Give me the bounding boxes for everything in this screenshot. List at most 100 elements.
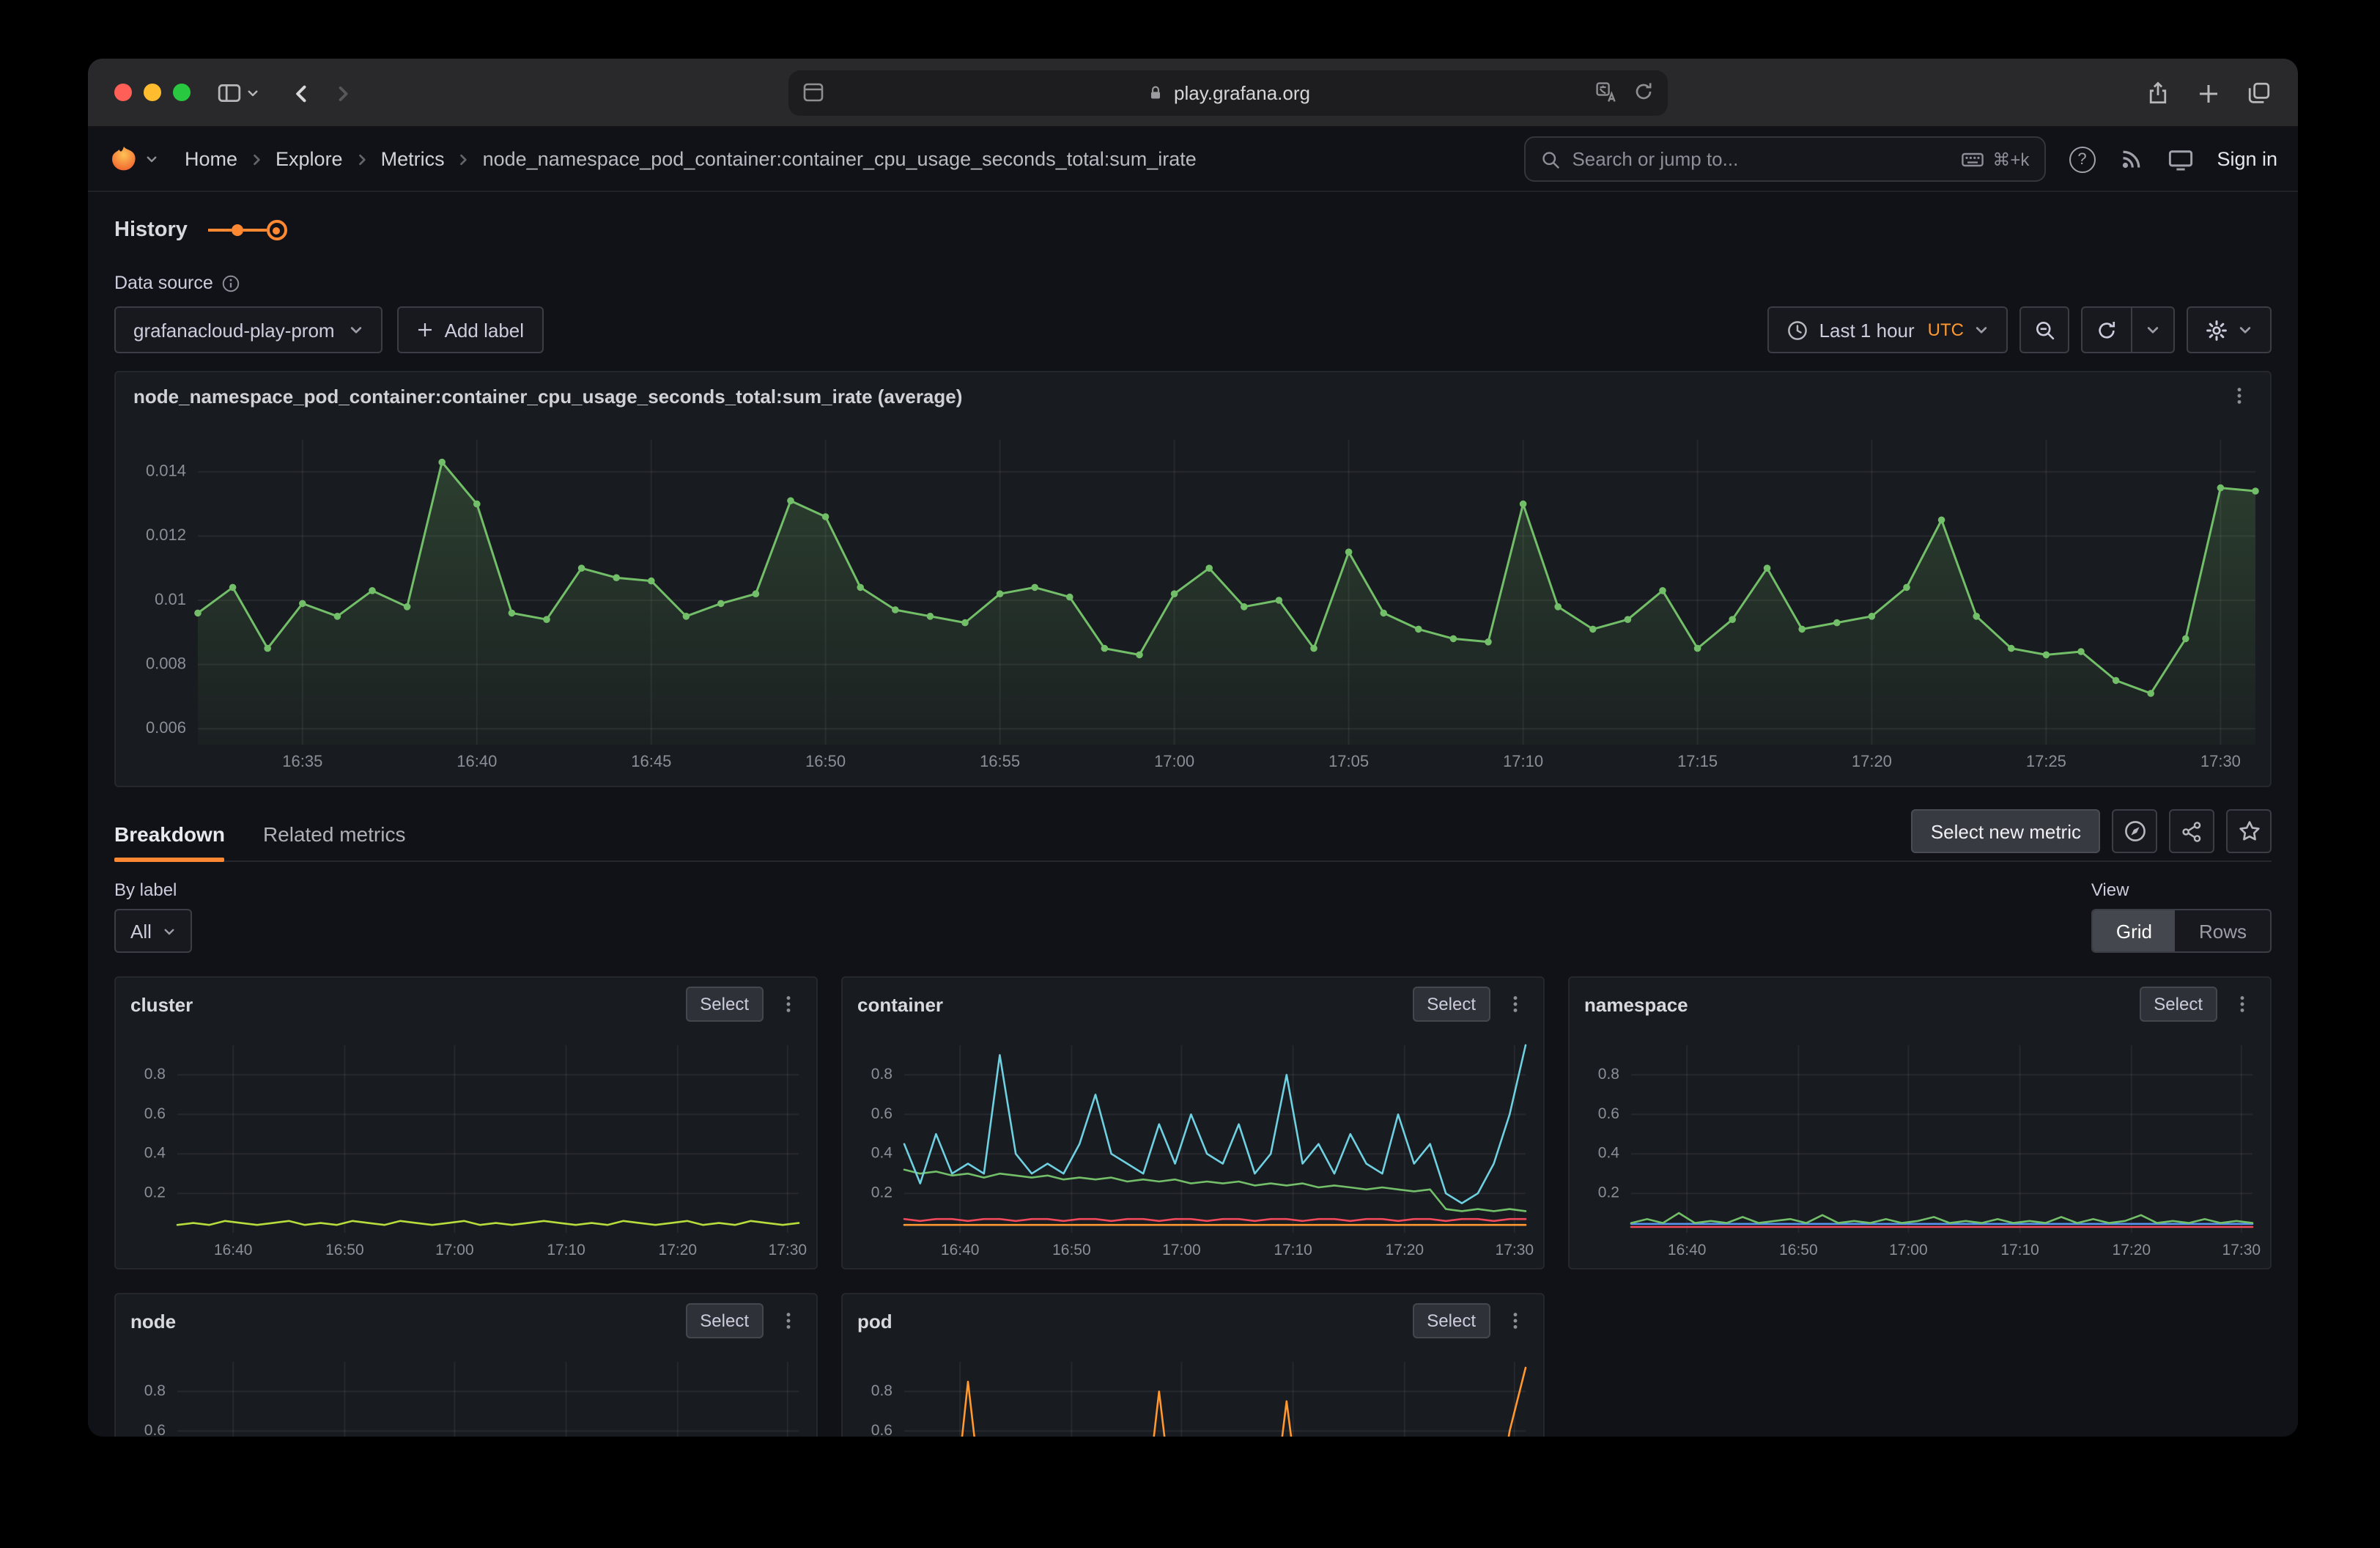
chevron-down-icon <box>2238 322 2252 337</box>
settings-button[interactable] <box>2187 306 2272 353</box>
cluster-chart[interactable]: 0.20.40.60.816:4016:5017:0017:1017:2017:… <box>116 1031 816 1262</box>
zoom-out-button[interactable] <box>2019 306 2069 353</box>
select-button[interactable]: Select <box>685 1303 764 1338</box>
url-text: play.grafana.org <box>1174 82 1310 104</box>
by-label-select[interactable]: All <box>114 909 193 953</box>
breakdown-grid: cluster Select 0.20.40.60.816:4016:5017:… <box>114 976 2272 1437</box>
minimize-window-button[interactable] <box>144 84 161 101</box>
chevron-down-icon <box>350 322 364 337</box>
svg-text:0.8: 0.8 <box>144 1382 166 1399</box>
select-new-metric-button[interactable]: Select new metric <box>1912 809 2100 853</box>
time-range-text: Last 1 hour <box>1819 319 1915 341</box>
svg-text:0.8: 0.8 <box>1598 1066 1619 1083</box>
node-chart[interactable]: 0.20.40.60.816:4016:5017:0017:1017:2017:… <box>116 1347 816 1437</box>
panel-menu-button[interactable] <box>2226 383 2252 409</box>
panel-title: pod <box>857 1310 892 1332</box>
by-label-value: All <box>130 920 152 942</box>
panel-menu-button[interactable] <box>775 991 802 1017</box>
view-rows-option[interactable]: Rows <box>2176 910 2270 951</box>
help-icon[interactable]: ? <box>2069 146 2095 172</box>
svg-text:16:50: 16:50 <box>805 752 846 770</box>
history-step-dot[interactable] <box>232 224 243 236</box>
breakdown-panel-container: container Select 0.20.40.60.816:4016:501… <box>841 976 1545 1269</box>
forward-button[interactable] <box>333 83 353 103</box>
svg-text:0.01: 0.01 <box>155 590 186 608</box>
chevron-down-icon <box>145 152 158 166</box>
breadcrumb-metrics[interactable]: Metrics <box>381 148 445 170</box>
panel-menu-button[interactable] <box>1502 991 1529 1017</box>
share-alt-icon <box>2181 820 2203 842</box>
panel-menu-button[interactable] <box>2229 991 2255 1017</box>
new-tab-icon[interactable] <box>2197 81 2220 105</box>
refresh-interval-button[interactable] <box>2131 308 2173 352</box>
refresh-button[interactable] <box>2082 308 2131 352</box>
svg-text:17:10: 17:10 <box>2000 1242 2039 1258</box>
search-shortcut: ⌘+k <box>1992 149 2029 169</box>
bookmark-button[interactable] <box>2226 809 2272 853</box>
gear-icon <box>2206 319 2228 341</box>
time-range-picker[interactable]: Last 1 hour UTC <box>1768 306 2008 353</box>
star-icon <box>2237 819 2261 843</box>
kebab-icon <box>2232 994 2252 1014</box>
display-button[interactable] <box>2167 146 2193 172</box>
namespace-chart[interactable]: 0.20.40.60.816:4016:5017:0017:1017:2017:… <box>1570 1031 2270 1262</box>
close-window-button[interactable] <box>114 84 132 101</box>
history-current-dot[interactable] <box>267 220 287 240</box>
chevron-down-icon <box>246 86 259 100</box>
tab-breakdown[interactable]: Breakdown <box>114 822 225 860</box>
panel-menu-button[interactable] <box>775 1308 802 1334</box>
sidebar-icon <box>217 81 242 106</box>
panel-title: container <box>857 993 943 1015</box>
sign-in-link[interactable]: Sign in <box>2217 148 2277 170</box>
grafana-logo-menu[interactable] <box>108 144 158 174</box>
share-metric-button[interactable] <box>2169 809 2214 853</box>
svg-text:17:00: 17:00 <box>1889 1242 1928 1258</box>
share-icon[interactable] <box>2146 81 2170 106</box>
panel-menu-button[interactable] <box>1502 1308 1529 1334</box>
svg-text:0.6: 0.6 <box>871 1422 892 1437</box>
select-button[interactable]: Select <box>2139 987 2217 1022</box>
datasource-picker[interactable]: grafanacloud-play-prom <box>114 306 383 353</box>
main-chart[interactable]: 0.0060.0080.010.0120.01416:3516:4016:451… <box>116 419 2270 786</box>
add-label-button[interactable]: Add label <box>398 306 543 353</box>
svg-text:0.6: 0.6 <box>1598 1105 1619 1122</box>
info-icon[interactable] <box>222 273 241 292</box>
history-timeline[interactable] <box>208 220 287 240</box>
breadcrumb-home[interactable]: Home <box>185 148 237 170</box>
reload-icon[interactable] <box>1633 81 1655 103</box>
svg-text:17:30: 17:30 <box>2222 1242 2261 1258</box>
back-button[interactable] <box>292 83 312 103</box>
select-button[interactable]: Select <box>1412 987 1490 1022</box>
svg-text:0.006: 0.006 <box>146 718 186 737</box>
window-controls <box>114 84 191 101</box>
breakdown-panel-pod: pod Select 0.20.40.60.816:4016:5017:0017… <box>841 1293 1545 1437</box>
zoom-window-button[interactable] <box>173 84 191 101</box>
tab-overview-icon[interactable] <box>2247 81 2272 106</box>
datasource-value: grafanacloud-play-prom <box>133 319 335 341</box>
panel-title: node_namespace_pod_container:container_c… <box>133 385 962 407</box>
tab-related-metrics[interactable]: Related metrics <box>263 822 406 860</box>
view-grid-option[interactable]: Grid <box>2093 910 2176 951</box>
search-input[interactable]: Search or jump to... ⌘+k <box>1523 136 2045 182</box>
desktop-background: play.grafana.org Home <box>0 0 2380 1548</box>
select-button[interactable]: Select <box>685 987 764 1022</box>
breakdown-panel-node: node Select 0.20.40.60.816:4016:5017:001… <box>114 1293 818 1437</box>
lock-icon <box>1146 84 1165 103</box>
refresh-picker <box>2081 306 2175 353</box>
svg-text:16:40: 16:40 <box>941 1242 980 1258</box>
breadcrumb-metric-name: node_namespace_pod_container:container_c… <box>483 148 1197 170</box>
translate-icon[interactable] <box>1594 81 1618 104</box>
news-button[interactable] <box>2118 147 2143 172</box>
breadcrumb-explore[interactable]: Explore <box>276 148 343 170</box>
chevron-down-icon <box>163 924 177 937</box>
container-chart[interactable]: 0.20.40.60.816:4016:5017:0017:1017:2017:… <box>843 1031 1543 1262</box>
history-line <box>208 229 232 232</box>
svg-text:16:35: 16:35 <box>282 752 322 770</box>
svg-text:0.8: 0.8 <box>871 1382 892 1399</box>
pod-chart[interactable]: 0.20.40.60.816:4016:5017:0017:1017:2017:… <box>843 1347 1543 1437</box>
chevron-right-icon <box>355 152 369 166</box>
address-bar[interactable]: play.grafana.org <box>788 70 1668 116</box>
explore-button[interactable] <box>2112 809 2157 853</box>
select-button[interactable]: Select <box>1412 1303 1490 1338</box>
sidebar-toggle-button[interactable] <box>217 81 259 106</box>
